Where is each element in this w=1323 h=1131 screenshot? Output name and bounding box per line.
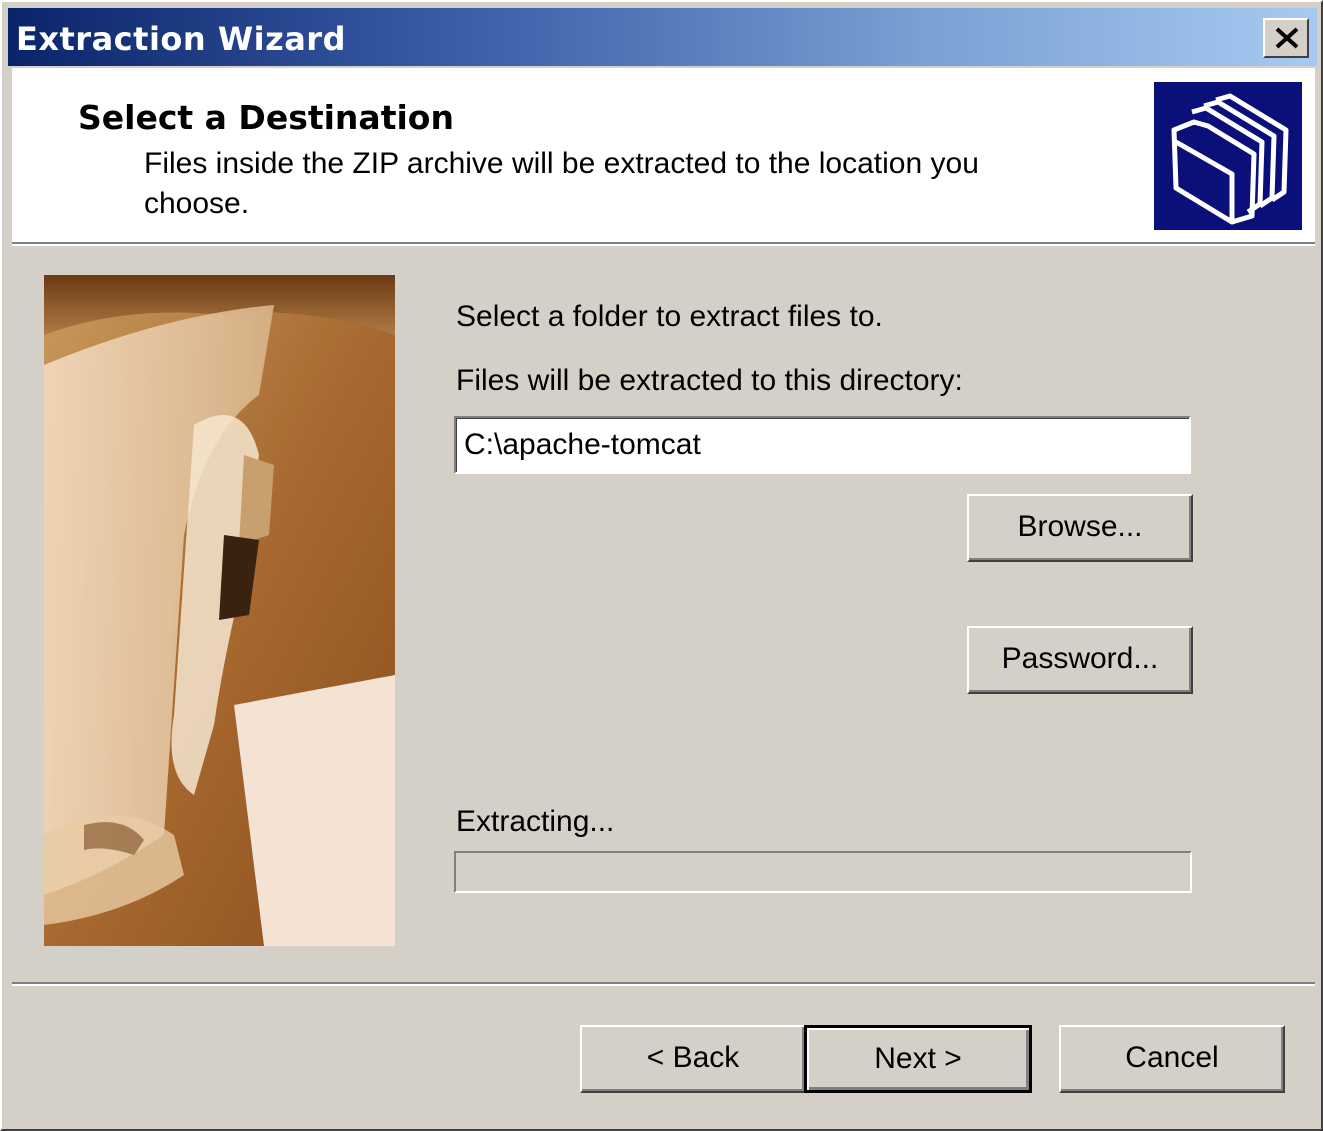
directory-input[interactable] (454, 416, 1191, 474)
footer-divider (12, 982, 1315, 986)
page-description-line-1: Files inside the ZIP archive will be ext… (144, 147, 979, 180)
folder-photo-image (44, 275, 395, 946)
directory-label: Files will be extracted to this director… (456, 364, 963, 397)
next-button[interactable]: Next > (804, 1025, 1032, 1093)
browse-button[interactable]: Browse... (967, 494, 1193, 562)
cancel-button[interactable]: Cancel (1059, 1025, 1285, 1093)
page-description-line-2: choose. (144, 187, 250, 220)
close-button[interactable] (1263, 18, 1309, 58)
close-icon (1275, 27, 1299, 49)
folders-icon (1154, 82, 1302, 230)
header-divider (12, 242, 1315, 246)
title-bar[interactable]: Extraction Wizard (8, 8, 1317, 66)
extraction-progress-bar (454, 851, 1192, 893)
page-title: Select a Destination (78, 98, 454, 137)
extraction-wizard-window: Extraction Wizard Select a Destination F… (0, 0, 1323, 1131)
wizard-header: Select a Destination Files inside the ZI… (12, 68, 1315, 242)
instruction-text: Select a folder to extract files to. (456, 300, 883, 333)
window-title: Extraction Wizard (16, 20, 346, 58)
page-description: Files inside the ZIP archive will be ext… (144, 144, 1064, 224)
password-button[interactable]: Password... (967, 626, 1193, 694)
progress-label: Extracting... (456, 805, 615, 838)
back-button[interactable]: < Back (580, 1025, 806, 1093)
